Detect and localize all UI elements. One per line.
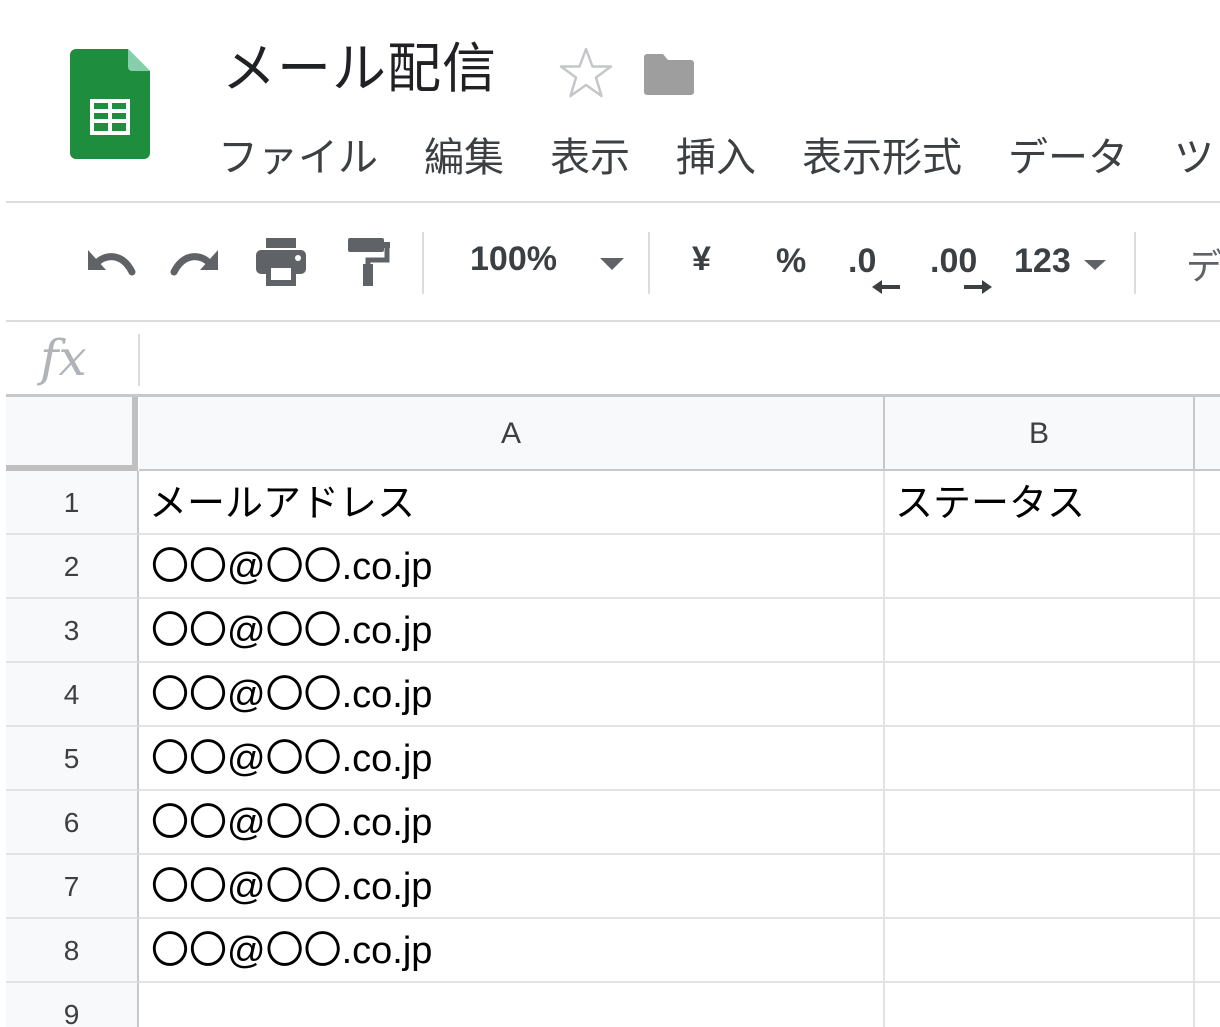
table-row: 3 〇〇@〇〇.co.jp [6, 599, 1220, 663]
table-row: 5 〇〇@〇〇.co.jp [6, 727, 1220, 791]
more-formats-dropdown-icon[interactable] [1082, 258, 1108, 272]
row-header[interactable]: 3 [6, 599, 139, 663]
cell-a7[interactable]: 〇〇@〇〇.co.jp [139, 855, 885, 919]
table-row: 1 メールアドレス ステータス [6, 471, 1220, 535]
divider [6, 201, 1220, 203]
toolbar-separator [1134, 232, 1136, 294]
table-row: 2 〇〇@〇〇.co.jp [6, 535, 1220, 599]
menu-insert[interactable]: 挿入 [676, 130, 756, 186]
menu-format[interactable]: 表示形式 [802, 130, 962, 186]
cell-b7[interactable] [885, 855, 1195, 919]
table-row: 7 〇〇@〇〇.co.jp [6, 855, 1220, 919]
cell-b5[interactable] [885, 727, 1195, 791]
cell-a1[interactable]: メールアドレス [139, 471, 885, 535]
menu-data[interactable]: データ [1008, 130, 1128, 186]
cell-c8[interactable] [1195, 919, 1220, 983]
cell-b1[interactable]: ステータス [885, 471, 1195, 535]
menu-tools[interactable]: ツ [1174, 130, 1214, 186]
paint-format-icon[interactable] [344, 236, 392, 288]
menu-file[interactable]: ファイル [218, 130, 378, 186]
arrow-left-icon [870, 278, 902, 296]
column-header-c[interactable] [1195, 397, 1220, 471]
row-header[interactable]: 2 [6, 535, 139, 599]
toolbar-separator [422, 232, 424, 294]
decrease-decimal-button[interactable]: .0 [848, 242, 876, 281]
cell-a3[interactable]: 〇〇@〇〇.co.jp [139, 599, 885, 663]
cell-c5[interactable] [1195, 727, 1220, 791]
arrow-right-icon [962, 278, 994, 296]
table-row: 8 〇〇@〇〇.co.jp [6, 919, 1220, 983]
spreadsheet-window: メール配信 ファイル 編集 表示 挿入 表示形式 データ ツ 100% ¥ % … [0, 0, 1220, 1027]
toolbar-separator [648, 232, 650, 294]
folder-icon[interactable] [643, 52, 695, 96]
cell-c9[interactable] [1195, 983, 1220, 1027]
fx-icon: fx [40, 329, 87, 387]
row-header[interactable]: 7 [6, 855, 139, 919]
document-title[interactable]: メール配信 [222, 34, 497, 104]
more-formats-button[interactable]: 123 [1014, 242, 1071, 281]
table-row: 4 〇〇@〇〇.co.jp [6, 663, 1220, 727]
menu-bar: ファイル 編集 表示 挿入 表示形式 データ ツ [218, 130, 1220, 186]
formula-input[interactable] [150, 336, 1214, 388]
cell-a6[interactable]: 〇〇@〇〇.co.jp [139, 791, 885, 855]
formula-separator [138, 334, 140, 386]
divider [6, 320, 1220, 322]
select-all-corner[interactable] [6, 397, 138, 471]
cell-c6[interactable] [1195, 791, 1220, 855]
row-header[interactable]: 1 [6, 471, 139, 535]
column-header-b[interactable]: B [885, 397, 1195, 471]
cell-c4[interactable] [1195, 663, 1220, 727]
zoom-select[interactable]: 100% [470, 240, 557, 279]
undo-icon[interactable] [82, 240, 138, 284]
cell-b8[interactable] [885, 919, 1195, 983]
table-row: 9 [6, 983, 1220, 1027]
cell-b3[interactable] [885, 599, 1195, 663]
cell-c3[interactable] [1195, 599, 1220, 663]
cell-b4[interactable] [885, 663, 1195, 727]
menu-view[interactable]: 表示 [550, 130, 630, 186]
cell-a8[interactable]: 〇〇@〇〇.co.jp [139, 919, 885, 983]
cell-c7[interactable] [1195, 855, 1220, 919]
increase-decimal-button[interactable]: .00 [930, 242, 977, 281]
row-header[interactable]: 8 [6, 919, 139, 983]
cell-a9[interactable] [139, 983, 885, 1027]
print-icon[interactable] [254, 236, 308, 288]
redo-icon[interactable] [168, 240, 224, 284]
percent-format-button[interactable]: % [776, 242, 806, 281]
cell-b9[interactable] [885, 983, 1195, 1027]
cell-a4[interactable]: 〇〇@〇〇.co.jp [139, 663, 885, 727]
cell-b2[interactable] [885, 535, 1195, 599]
cell-a2[interactable]: 〇〇@〇〇.co.jp [139, 535, 885, 599]
sheets-logo-icon[interactable] [70, 49, 150, 159]
currency-format-button[interactable]: ¥ [692, 240, 711, 279]
row-header[interactable]: 5 [6, 727, 139, 791]
table-row: 6 〇〇@〇〇.co.jp [6, 791, 1220, 855]
row-header[interactable]: 4 [6, 663, 139, 727]
row-header[interactable]: 9 [6, 983, 139, 1027]
menu-edit[interactable]: 編集 [424, 130, 504, 186]
cell-b6[interactable] [885, 791, 1195, 855]
sheet-grid: A B 1 メールアドレス ステータス 2 〇〇@〇〇.co.jp 3 〇〇@〇… [6, 397, 1220, 1027]
zoom-dropdown-icon[interactable] [598, 256, 626, 272]
column-header-a[interactable]: A [139, 397, 885, 471]
row-header[interactable]: 6 [6, 791, 139, 855]
font-select[interactable]: デ [1186, 238, 1220, 290]
cell-c1[interactable] [1195, 471, 1220, 535]
cell-c2[interactable] [1195, 535, 1220, 599]
cell-a5[interactable]: 〇〇@〇〇.co.jp [139, 727, 885, 791]
star-icon[interactable] [558, 46, 614, 100]
